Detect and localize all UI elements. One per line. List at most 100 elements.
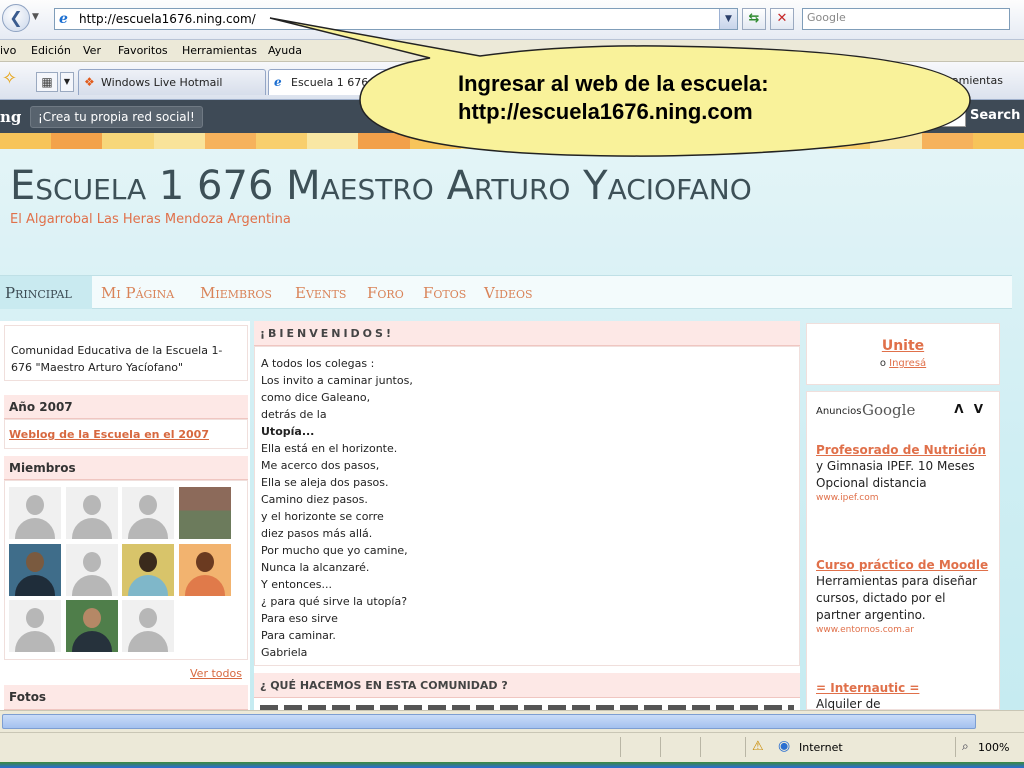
windows-live-icon: ❖ (84, 75, 95, 89)
color-stripe (256, 133, 308, 149)
color-stripe (153, 133, 205, 149)
ad-url[interactable]: www.entornos.com.ar (816, 625, 992, 635)
avatar[interactable] (66, 600, 118, 652)
stop-icon[interactable]: ✕ (770, 8, 794, 30)
community-heading: ¿ QUÉ HACEMOS EN ESTA COMUNIDAD ? (254, 673, 800, 698)
menu-bar: ivo Edición Ver Favoritos Herramientas A… (0, 40, 1024, 62)
poem-line: ¿ para qué sirve la utopía? (261, 595, 408, 608)
tab-list-dropdown-icon[interactable]: ▼ (60, 72, 74, 92)
color-stripe (307, 133, 359, 149)
tab-hotmail[interactable]: ❖ Windows Live Hotmail (78, 69, 266, 95)
ning-search-input[interactable] (880, 107, 966, 127)
zoom-magnifier-icon[interactable]: ⌕ (962, 739, 969, 754)
avatar[interactable] (122, 600, 174, 652)
tab-mi-pagina[interactable]: Mi Página (101, 276, 174, 309)
ad-title-link[interactable]: = Internautic = (816, 680, 992, 696)
avatar[interactable] (122, 487, 174, 539)
left-column: Comunidad Educativa de la Escuela 1-676 … (0, 321, 250, 710)
url-text: http://escuela1676.ning.com/ (79, 12, 256, 26)
google-logo: Google (862, 401, 916, 419)
menu-item-edicion[interactable]: Edición (31, 44, 71, 57)
menu-item-ayuda[interactable]: Ayuda (268, 44, 302, 57)
menu-item-favoritos[interactable]: Favoritos (118, 44, 168, 57)
signin-line: o Ingresá (807, 358, 999, 369)
tab-escuela[interactable]: e Escuela 1 676 Ma (268, 69, 388, 95)
menu-item-ver[interactable]: Ver (83, 44, 101, 57)
color-stripe (102, 133, 154, 149)
tab-foro[interactable]: Foro (367, 276, 404, 309)
site-nav: Principal Mi Página Miembros Events Foro… (0, 275, 1012, 309)
ning-search-button[interactable]: Search (970, 108, 1020, 123)
poem-line: Para eso sirve (261, 612, 338, 625)
address-bar: ❮ ▼ e http://escuela1676.ning.com/ ▼ ⇆ ✕… (0, 0, 1024, 40)
ad-item: Profesorado de Nutrición y Gimnasia IPEF… (816, 442, 992, 503)
weblog-2007-link[interactable]: Weblog de la Escuela en el 2007 (9, 428, 209, 441)
menu-item-herramientas[interactable]: Herramientas (182, 44, 257, 57)
avatar[interactable] (9, 544, 61, 596)
url-input[interactable]: e http://escuela1676.ning.com/ ▼ (54, 8, 738, 30)
scrollbar-thumb[interactable] (2, 714, 976, 729)
tab-videos[interactable]: Videos (484, 276, 533, 309)
poem-line: Ella está en el horizonte. (261, 442, 398, 455)
avatar[interactable] (9, 600, 61, 652)
avatar[interactable] (179, 544, 231, 596)
tab-fotos[interactable]: Fotos (423, 276, 466, 309)
welcome-text: A todos los colegas : Los invito a camin… (254, 346, 800, 666)
members-heading: Miembros (4, 456, 248, 480)
ad-title-link[interactable]: Profesorado de Nutrición (816, 442, 992, 458)
protected-mode-icon[interactable]: ⚠ (752, 739, 764, 754)
poem-line: Gabriela (261, 646, 308, 659)
history-dropdown-icon[interactable]: ▼ (32, 12, 39, 22)
create-network-button[interactable]: ¡Crea tu propia red social! (30, 106, 203, 128)
url-dropdown-icon[interactable]: ▼ (719, 9, 737, 29)
color-stripe (972, 133, 1024, 149)
quick-tabs-icon[interactable]: ▦ (36, 72, 58, 92)
ad-item: = Internautic = Alquiler de (816, 680, 992, 713)
avatar[interactable] (66, 544, 118, 596)
avatar[interactable] (179, 487, 231, 539)
see-all-members-link[interactable]: Ver todos (190, 667, 242, 680)
ad-url[interactable]: www.ipef.com (816, 493, 992, 503)
poem-line: y el horizonte se corre (261, 510, 384, 523)
tools-button[interactable]: Herramientas (928, 74, 1003, 87)
year-heading: Año 2007 (4, 395, 248, 419)
ie-page-icon: e (59, 11, 68, 27)
horizontal-scrollbar[interactable] (0, 710, 1024, 732)
tab-principal[interactable]: Principal (0, 276, 92, 309)
avatar[interactable] (66, 487, 118, 539)
search-input[interactable]: Google (802, 8, 1010, 30)
ning-logo[interactable]: ng (0, 108, 21, 126)
poem-line: Nunca la alcanzaré. (261, 561, 370, 574)
poem-line: Me acerco dos pasos, (261, 459, 380, 472)
main-column: ¡BIENVENIDOS! A todos los colegas : Los … (254, 321, 800, 710)
color-stripe (563, 133, 615, 149)
status-divider (745, 737, 746, 757)
color-stripe (512, 133, 564, 149)
site-subtitle: El Algarrobal Las Heras Mendoza Argentin… (10, 212, 291, 227)
status-divider (955, 737, 956, 757)
ad-text: Herramientas para diseñar cursos, dictad… (816, 574, 978, 622)
back-arrow-icon[interactable]: ❮ (2, 4, 30, 32)
zoom-level[interactable]: 100% (978, 741, 1009, 754)
avatar[interactable] (122, 544, 174, 596)
callout-url: http://escuela1676.ning.com (458, 99, 753, 124)
color-stripe (460, 133, 513, 149)
favorites-star-icon[interactable]: ✧ (2, 70, 17, 88)
ads-nav-arrows-icon[interactable]: Λ V (954, 402, 986, 416)
tab-events[interactable]: Events (295, 276, 346, 309)
zone-label: Internet (799, 741, 843, 754)
join-link[interactable]: Unite (807, 338, 999, 354)
menu-item-archivo[interactable]: ivo (0, 44, 16, 57)
refresh-icon[interactable]: ⇆ (742, 8, 766, 30)
welcome-heading: ¡BIENVENIDOS! (254, 321, 800, 346)
color-stripes (0, 133, 1024, 149)
poem-line: Ella se aleja dos pasos. (261, 476, 389, 489)
intro-text: Comunidad Educativa de la Escuela 1-676 … (4, 325, 248, 381)
poem-line: Camino diez pasos. (261, 493, 368, 506)
tab-miembros[interactable]: Miembros (200, 276, 272, 309)
signin-link[interactable]: Ingresá (889, 358, 926, 369)
ad-title-link[interactable]: Curso práctico de Moodle (816, 557, 992, 573)
avatar[interactable] (9, 487, 61, 539)
status-divider (660, 737, 661, 757)
poem-line: como dice Galeano, (261, 391, 371, 404)
